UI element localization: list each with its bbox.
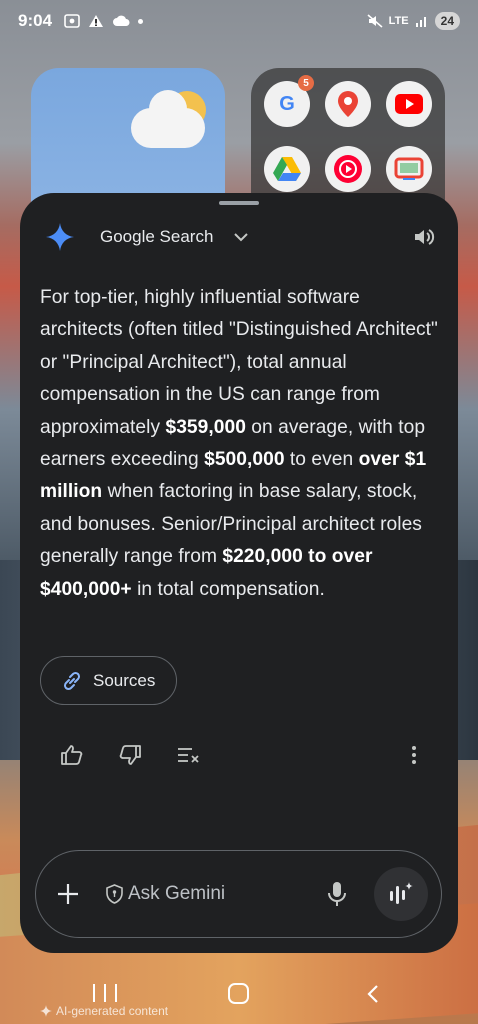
drive-app-icon[interactable] bbox=[264, 146, 310, 192]
response-text-run: For top-tier, highly influential softwar… bbox=[40, 287, 438, 438]
screenshot-icon bbox=[64, 14, 80, 28]
battery-indicator: 24 bbox=[434, 12, 460, 30]
response-text: For top-tier, highly influential softwar… bbox=[40, 282, 438, 606]
status-right-icons: LTE 24 bbox=[367, 12, 460, 30]
response-text-run: in total compensation. bbox=[131, 578, 325, 600]
youtube-music-app-icon[interactable] bbox=[325, 146, 371, 192]
response-text-run: to even bbox=[284, 449, 359, 471]
signal-icon bbox=[415, 17, 426, 27]
youtube-app-icon[interactable] bbox=[386, 81, 432, 127]
tv-app-icon[interactable] bbox=[386, 146, 432, 192]
tv-icon bbox=[394, 157, 424, 180]
gemini-live-button[interactable] bbox=[374, 867, 428, 921]
recents-button[interactable] bbox=[93, 984, 117, 1004]
maps-app-icon[interactable] bbox=[325, 81, 371, 127]
prompt-bar: Ask Gemini bbox=[35, 850, 442, 938]
mode-selector-label[interactable]: Google Search bbox=[100, 227, 213, 247]
status-bar: 9:04 LTE 24 bbox=[0, 0, 478, 42]
more-vert-icon[interactable] bbox=[398, 739, 430, 771]
network-type: LTE bbox=[388, 15, 409, 27]
chevron-down-icon[interactable] bbox=[231, 227, 251, 247]
response-text-run: $359,000 bbox=[165, 416, 246, 438]
gemini-sheet: Google Search For top-tier, highly influ… bbox=[20, 193, 458, 953]
sheet-header: Google Search bbox=[42, 217, 438, 257]
back-button[interactable] bbox=[362, 982, 384, 1006]
input-placeholder: Ask Gemini bbox=[128, 883, 226, 904]
mute-icon bbox=[367, 14, 383, 28]
drive-icon bbox=[273, 157, 301, 181]
sources-button[interactable]: Sources bbox=[40, 656, 177, 705]
cloud-icon bbox=[131, 90, 205, 148]
play-icon bbox=[395, 94, 423, 114]
speaker-icon[interactable] bbox=[410, 223, 438, 251]
response-text-run: $500,000 bbox=[204, 449, 285, 471]
modify-response-icon[interactable] bbox=[172, 739, 204, 771]
notification-badge: 5 bbox=[298, 75, 314, 91]
google-app-icon[interactable]: G 5 bbox=[264, 75, 314, 127]
map-pin-icon bbox=[338, 91, 358, 117]
status-notification-icons bbox=[64, 14, 144, 28]
plus-icon[interactable] bbox=[54, 880, 82, 908]
drag-handle[interactable] bbox=[219, 201, 259, 205]
cloud-icon bbox=[113, 15, 130, 26]
ask-gemini-input[interactable]: Ask Gemini bbox=[104, 883, 322, 905]
sources-label: Sources bbox=[93, 670, 156, 690]
music-icon bbox=[334, 155, 362, 183]
dot-icon bbox=[138, 18, 144, 24]
warning-icon bbox=[89, 15, 104, 27]
response-actions bbox=[56, 739, 430, 771]
link-icon bbox=[63, 671, 81, 690]
home-button[interactable] bbox=[228, 983, 249, 1004]
thumbs-up-icon[interactable] bbox=[56, 739, 88, 771]
thumbs-down-icon[interactable] bbox=[114, 739, 146, 771]
microphone-icon[interactable] bbox=[322, 879, 352, 909]
gemini-sparkle-icon bbox=[42, 219, 78, 255]
ai-label-text: AI-generated content bbox=[56, 1004, 169, 1018]
ai-sparkle-icon bbox=[40, 1005, 52, 1017]
status-time: 9:04 bbox=[18, 11, 53, 30]
ai-generated-label: AI-generated content bbox=[40, 1004, 168, 1018]
live-waveform-icon bbox=[390, 882, 413, 904]
shield-icon bbox=[104, 883, 124, 905]
